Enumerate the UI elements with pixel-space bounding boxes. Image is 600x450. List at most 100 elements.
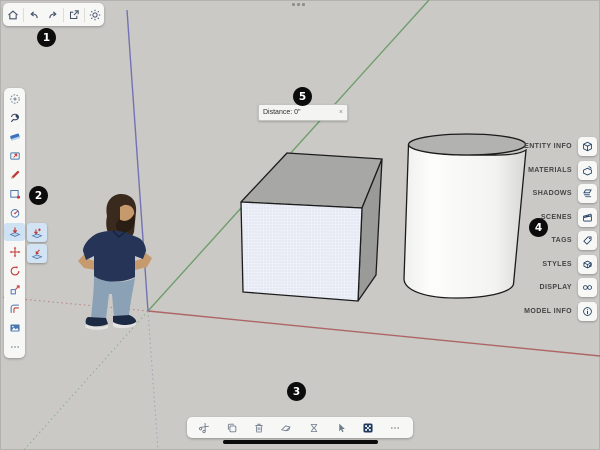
styles-icon [578,255,597,274]
materials-button[interactable] [578,161,597,180]
panel-row-entity-info: ENTITY INFO [524,137,597,156]
annotation-badge-2: 2 [29,186,48,205]
bottom-toolbar [187,417,413,438]
styles-label: STYLES [542,261,572,268]
annotation-badge-1: 1 [37,28,56,47]
close-icon[interactable]: × [339,109,343,116]
model-info-icon [578,302,597,321]
tags-icon [578,231,597,250]
styles-button[interactable] [578,255,597,274]
materials-label: MATERIALS [528,167,572,174]
paint-button[interactable] [276,419,296,437]
panel-row-scenes: SCENES [541,208,597,227]
toolbar-divider [23,8,24,22]
entity-info-button[interactable] [578,137,597,156]
annotation-badge-5: 5 [293,87,312,106]
box-front-face-selected[interactable] [241,202,362,301]
measurement-box[interactable]: Distance: 0" × [258,104,348,121]
flip-button[interactable] [304,419,324,437]
entity-info-icon [578,137,597,156]
select-tool-button[interactable] [4,90,25,108]
toolbar-divider [84,8,85,22]
pattern-swatch-button[interactable] [358,419,378,437]
model-info-label: MODEL INFO [524,308,572,315]
move-tool-button[interactable] [4,243,25,261]
pushpull-flyout [27,223,48,263]
top-toolbar [3,3,104,26]
undo-icon [25,6,43,24]
arcs-icon [4,204,25,222]
pushpull-tool-button[interactable] [4,223,25,241]
scenes-button[interactable] [578,208,597,227]
offset-icon [4,300,25,318]
materials-icon [578,161,597,180]
image-icon [4,319,25,337]
line-tool-button[interactable] [4,166,25,184]
eraser-icon [4,128,25,146]
shadows-label: SHADOWS [533,190,572,197]
scenes-icon [578,208,597,227]
offset-tool-button[interactable] [4,300,25,318]
panel-row-tags: TAGS [551,231,597,250]
scenes-label: SCENES [541,214,572,221]
shapes-icon [4,185,25,203]
redo-button[interactable] [44,6,62,24]
panel-row-materials: MATERIALS [528,161,597,180]
pushpull-add-button[interactable] [27,223,47,242]
entity-info-label: ENTITY INFO [524,143,572,150]
measurement-value: Distance: 0" [263,109,301,116]
cylinder[interactable] [404,134,526,298]
cylinder-top-face[interactable] [409,134,526,155]
more-icon [385,419,405,437]
box-top-face[interactable] [241,153,382,208]
tags-button[interactable] [578,231,597,250]
select-arrow-button[interactable] [331,419,351,437]
scale-tool-button[interactable] [4,281,25,299]
cursor-icon [331,419,351,437]
toolbar-divider [63,8,64,22]
panel-row-display: DISPLAY [540,278,598,297]
redo-icon [44,6,62,24]
axis-blue-dashed [148,311,158,450]
delete-button[interactable] [249,419,269,437]
pushpull-icon [4,223,25,241]
panel-row-styles: STYLES [542,255,597,274]
image-tool-button[interactable] [4,319,25,337]
eraser-tool-button[interactable] [4,128,25,146]
axis-green-dashed [24,311,148,450]
multitasking-indicator[interactable] [292,3,305,6]
home-button[interactable] [4,6,22,24]
pushpull-stretch-button[interactable] [27,244,47,263]
shapes-tool-button[interactable] [4,185,25,203]
more-actions-button[interactable] [385,419,405,437]
pencil-icon [4,166,25,184]
copy-icon [222,419,242,437]
shadows-button[interactable] [578,184,597,203]
arcs-tool-button[interactable] [4,204,25,222]
copy-button[interactable] [222,419,242,437]
paint-icon [276,419,296,437]
cut-button[interactable] [195,419,215,437]
export-button[interactable] [65,6,83,24]
selected-box[interactable] [241,153,382,301]
undo-button[interactable] [25,6,43,24]
display-button[interactable] [578,278,597,297]
more-tools-button[interactable] [4,338,25,356]
settings-button[interactable] [86,6,104,24]
figure-left-shoe [86,317,108,326]
annotation-badge-3: 3 [287,382,306,401]
trash-icon [249,419,269,437]
model-info-button[interactable] [578,302,597,321]
home-indicator[interactable] [223,440,378,444]
cut-icon [195,419,215,437]
rotate-tool-button[interactable] [4,262,25,280]
home-icon [4,6,22,24]
hourglass-icon [304,419,324,437]
figure-jeans [91,276,135,319]
section-tool-button[interactable] [4,147,25,165]
lasso-tool-button[interactable] [4,109,25,127]
cylinder-body[interactable] [404,145,526,298]
export-icon [65,6,83,24]
figure-shirt [83,231,146,282]
section-icon [4,147,25,165]
